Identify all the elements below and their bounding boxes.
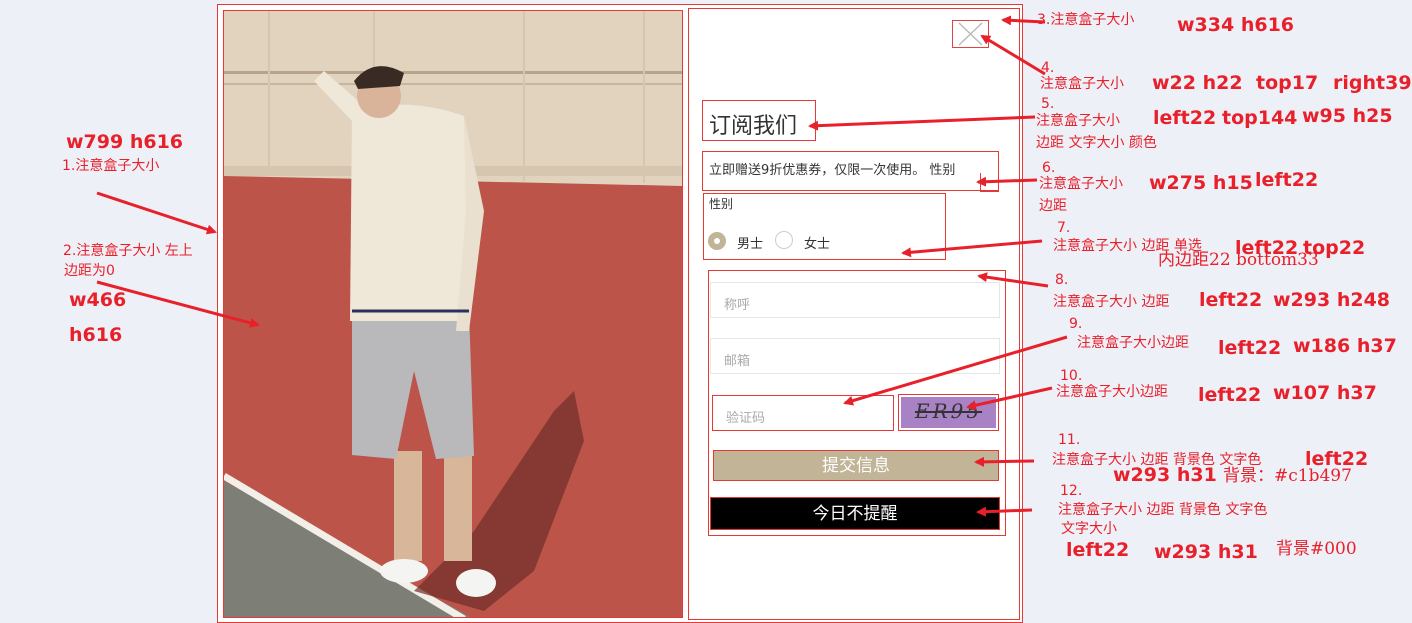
arrow-11	[974, 456, 1035, 467]
arrow-3	[1001, 15, 1046, 26]
annotation-arrows	[96, 15, 1068, 517]
arrow-1	[96, 191, 217, 235]
arrow-12	[976, 506, 1033, 517]
arrow-4	[980, 34, 1046, 76]
arrow-10	[966, 386, 1053, 411]
arrow-2	[96, 280, 260, 328]
arrow-7	[901, 239, 1043, 258]
arrow-6	[976, 176, 1038, 187]
arrow-5	[808, 115, 1036, 131]
arrow-8	[977, 272, 1049, 288]
